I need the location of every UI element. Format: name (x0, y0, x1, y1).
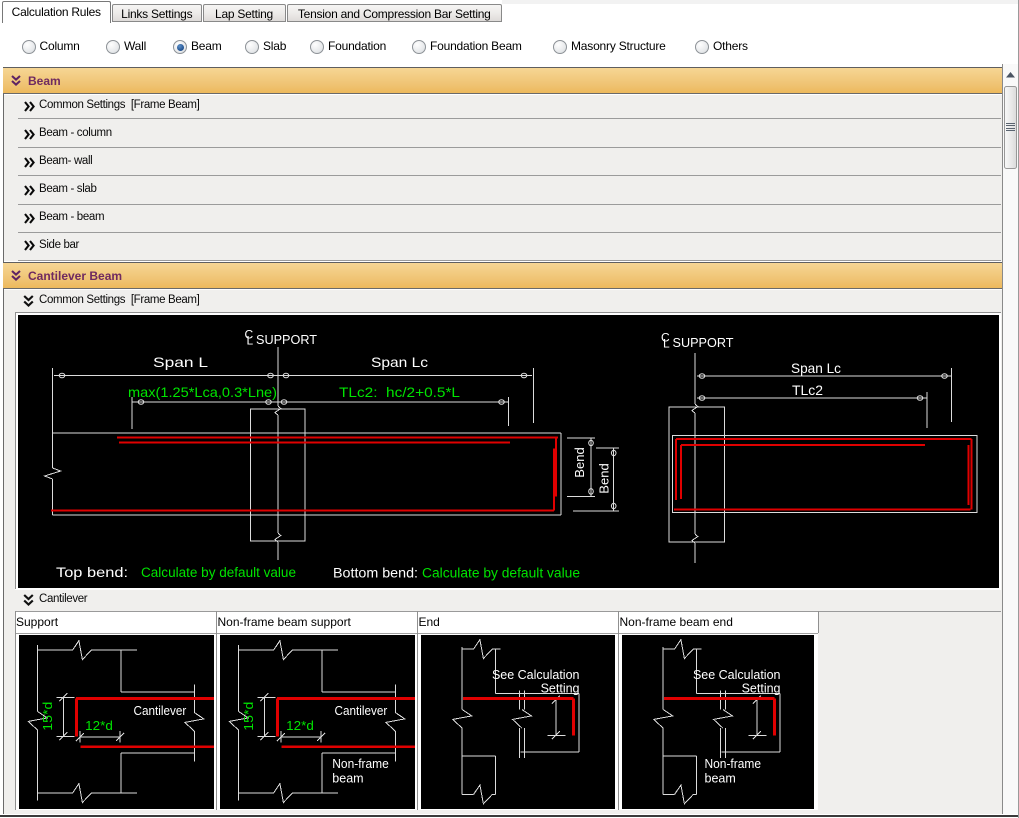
svg-text:Non-frame: Non-frame (704, 757, 761, 771)
svg-text:Span L: Span L (153, 354, 208, 370)
svg-text:Span Lc: Span Lc (791, 360, 841, 376)
svg-text:max(1.25*Lca,0.3*Lne): max(1.25*Lca,0.3*Lne) (128, 384, 277, 400)
svg-text:Bend: Bend (597, 463, 612, 493)
svg-text:beam: beam (332, 772, 363, 786)
svg-text:TLc2: hc/2+0.5*L: TLc2: hc/2+0.5*L (339, 384, 460, 400)
svg-text:Calculate by default value: Calculate by default value (422, 566, 580, 581)
svg-text:Bend: Bend (572, 447, 587, 477)
svg-text:Top bend:: Top bend: (56, 564, 128, 580)
svg-text:TLc2: TLc2 (792, 382, 823, 398)
svg-text:SUPPORT: SUPPORT (673, 335, 734, 350)
svg-text:L: L (663, 337, 670, 351)
svg-text:SUPPORT: SUPPORT (256, 332, 317, 347)
svg-text:Bottom bend:: Bottom bend: (333, 565, 418, 581)
svg-text:Span Lc: Span Lc (371, 354, 428, 370)
svg-text:Calculate by default value: Calculate by default value (141, 565, 296, 580)
svg-text:Non-frame: Non-frame (332, 757, 389, 771)
svg-text:L: L (247, 334, 254, 348)
svg-text:beam: beam (704, 772, 735, 786)
